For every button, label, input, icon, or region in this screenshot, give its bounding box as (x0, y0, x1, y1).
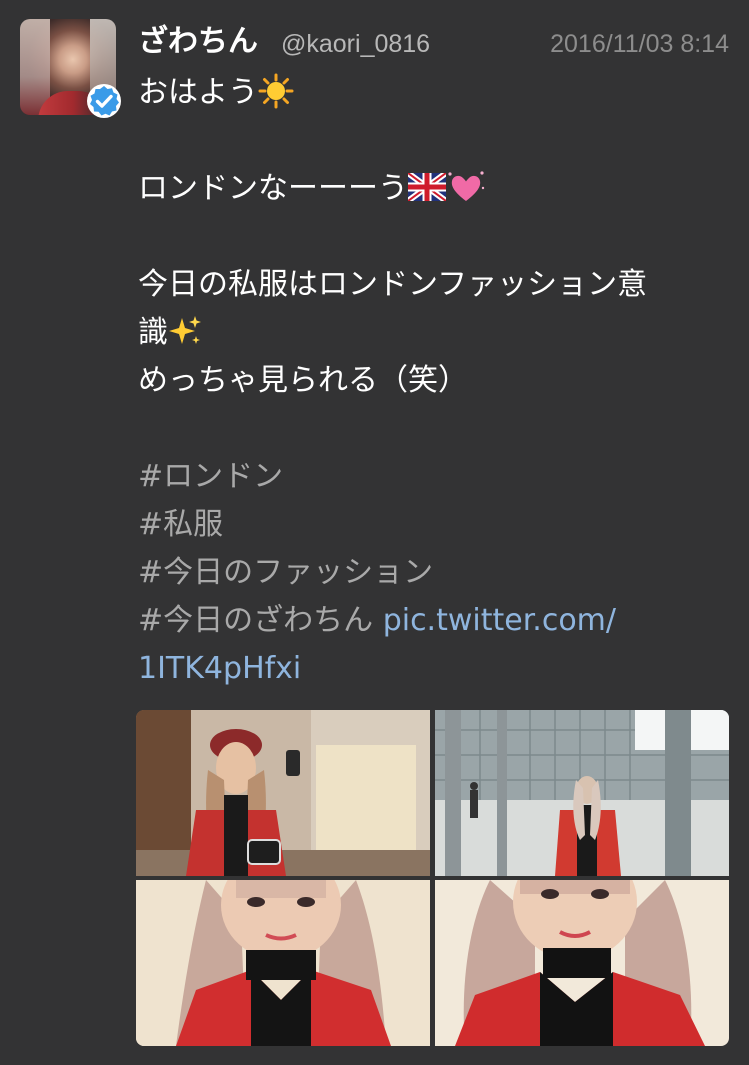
sun-emoji-icon (258, 73, 294, 108)
photo-1[interactable] (136, 710, 430, 876)
uk-flag-emoji-icon (408, 172, 446, 201)
hashtag-link[interactable]: #私服 (138, 501, 730, 549)
display-name[interactable]: ざわちん (138, 22, 258, 62)
verified-badge-icon (87, 84, 121, 118)
tweet-line: 識 (138, 309, 730, 357)
username-handle[interactable]: @kaori_0816 (281, 26, 430, 62)
tweet-line: おはよう (138, 69, 730, 117)
tweet-text-segment: おはよう (138, 75, 258, 110)
avatar[interactable] (20, 19, 121, 118)
tweet-text-segment: ロンドンなーーーう (138, 171, 408, 206)
photo-2[interactable] (435, 710, 729, 876)
sparkles-emoji-icon (169, 315, 201, 344)
hashtag-link[interactable]: #今日のファッション (138, 549, 730, 597)
hashtag-link[interactable]: #ロンドン (138, 453, 730, 501)
pic-link[interactable]: pic.twitter.com/ (383, 603, 616, 638)
tweet-line: 今日の私服はロンドンファッション意 (138, 267, 648, 302)
tweet-text-segment: 識 (138, 315, 168, 350)
sparkling-heart-emoji-icon (448, 170, 485, 201)
tweet-text: おはよう ロンドンなーーーう 今日の私服はロンドンファッション意 識 めっちゃ見… (138, 69, 730, 693)
tweet-timestamp[interactable]: 2016/11/03 8:14 (550, 26, 729, 62)
tweet-line: ロンドンなーーーう (138, 165, 730, 213)
tweet-line: めっちゃ見られる（笑） (138, 363, 468, 398)
photo-3[interactable] (136, 880, 430, 1046)
hashtag-link[interactable]: #今日のざわちん (138, 603, 373, 638)
photo-4[interactable] (435, 880, 729, 1046)
photo-grid (136, 710, 729, 1046)
pic-link-continued[interactable]: 1ITK4pHfxi (138, 645, 730, 693)
